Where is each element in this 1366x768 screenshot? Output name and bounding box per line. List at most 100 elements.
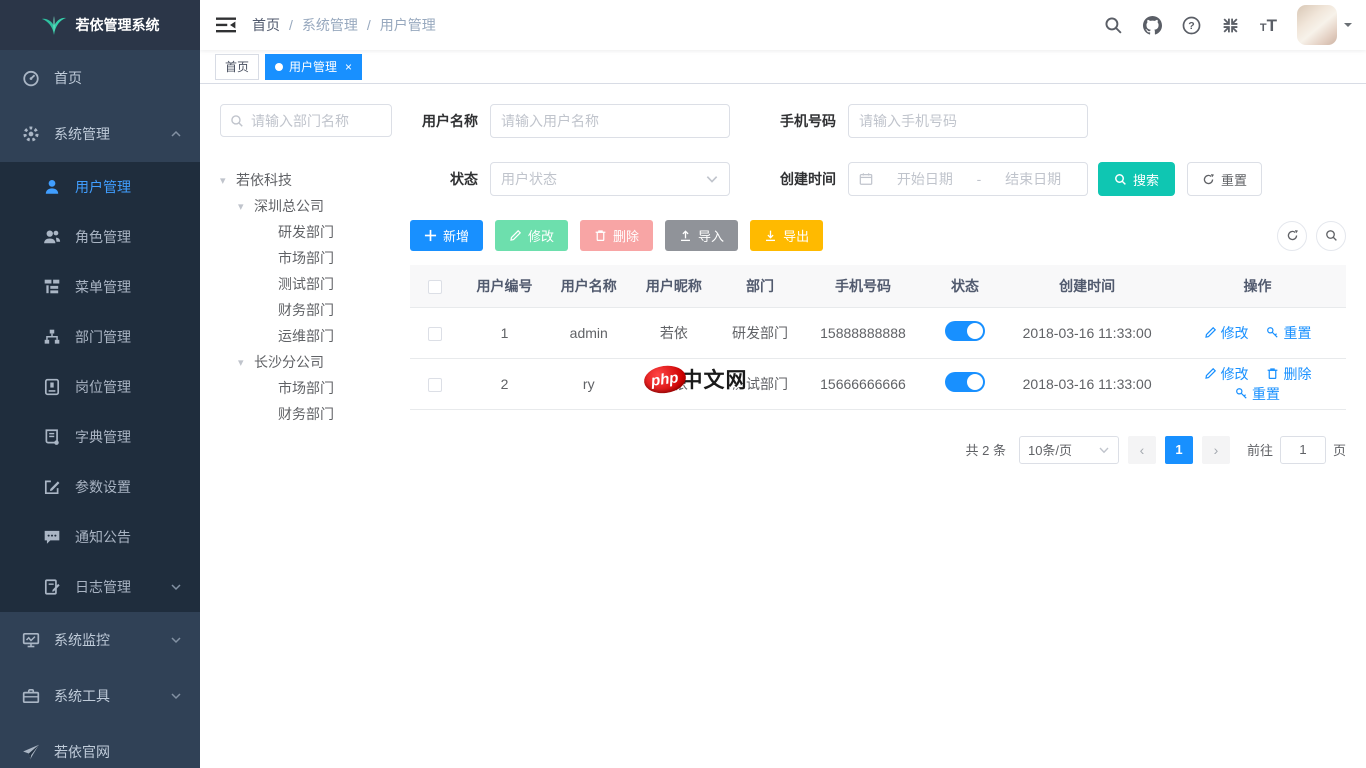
status-select[interactable]: 用户状态 xyxy=(490,162,730,196)
github-icon[interactable] xyxy=(1143,16,1162,35)
sidebar-item-home[interactable]: 首页 xyxy=(0,50,200,106)
select-all-checkbox[interactable] xyxy=(428,280,442,294)
delete-button[interactable]: 删除 xyxy=(580,220,653,251)
tree-caret-icon[interactable]: ▾ xyxy=(238,200,254,213)
tree-node[interactable]: 市场部门 xyxy=(220,245,392,271)
chevron-down-icon xyxy=(1098,444,1110,456)
sidebar-item-menu-mgmt[interactable]: 菜单管理 xyxy=(0,262,200,312)
date-end[interactable]: 结束日期 xyxy=(989,169,1077,189)
sidebar-item-official-site[interactable]: 若依官网 xyxy=(0,724,200,768)
search-icon xyxy=(1325,229,1338,242)
row-reset-pwd-link[interactable]: 重置 xyxy=(1266,323,1311,343)
refresh-icon xyxy=(1202,173,1215,186)
close-icon[interactable]: × xyxy=(345,60,352,74)
date-start[interactable]: 开始日期 xyxy=(881,169,969,189)
goto-page: 前往 页 xyxy=(1247,436,1346,464)
app-logo: 若依管理系统 xyxy=(0,0,200,50)
breadcrumb-home[interactable]: 首页 xyxy=(252,15,280,35)
sidebar-item-post-mgmt[interactable]: 岗位管理 xyxy=(0,362,200,412)
col-created: 创建时间 xyxy=(1005,265,1169,307)
row-checkbox[interactable] xyxy=(428,378,442,392)
user-icon xyxy=(43,178,61,196)
question-icon[interactable]: ? xyxy=(1182,16,1201,35)
toggle-search-button[interactable] xyxy=(1316,221,1346,251)
row-reset-pwd-link[interactable]: 重置 xyxy=(1235,384,1280,404)
tab-user-mgmt[interactable]: 用户管理 × xyxy=(265,54,362,80)
next-page-button[interactable]: › xyxy=(1202,436,1230,464)
cell-user-id: 1 xyxy=(461,307,549,358)
op-label: 重置 xyxy=(1283,323,1311,343)
tree-node[interactable]: 测试部门 xyxy=(220,271,392,297)
tree-node-label: 市场部门 xyxy=(278,248,334,268)
org-chart-icon xyxy=(43,328,61,346)
cell-created: 2018-03-16 11:33:00 xyxy=(1005,358,1169,409)
gear-icon xyxy=(22,125,40,143)
sidebar-item-notice[interactable]: 通知公告 xyxy=(0,512,200,562)
user-table-panel: 用户名称 手机号码 状态 用户状态 创建时间 xyxy=(410,104,1346,768)
export-button[interactable]: 导出 xyxy=(750,220,823,251)
breadcrumb-system[interactable]: 系统管理 xyxy=(302,15,358,35)
tree-node[interactable]: 市场部门 xyxy=(220,375,392,401)
tree-node[interactable]: 财务部门 xyxy=(220,297,392,323)
reset-button[interactable]: 重置 xyxy=(1187,162,1262,196)
pencil-icon xyxy=(509,229,522,242)
tree-node[interactable]: ▾ 深圳总公司 xyxy=(220,193,392,219)
goto-page-input[interactable] xyxy=(1280,436,1326,464)
tree-caret-icon[interactable]: ▾ xyxy=(238,356,254,369)
add-button[interactable]: 新增 xyxy=(410,220,483,251)
refresh-table-button[interactable] xyxy=(1277,221,1307,251)
tree-node[interactable]: 研发部门 xyxy=(220,219,392,245)
font-size-icon[interactable]: TT xyxy=(1260,17,1277,34)
user-menu[interactable] xyxy=(1297,5,1352,45)
created-label: 创建时间 xyxy=(768,169,836,189)
sidebar-item-monitor[interactable]: 系统监控 xyxy=(0,612,200,668)
chevron-down-icon xyxy=(705,172,719,186)
phone-input[interactable] xyxy=(859,113,1077,129)
sidebar-fold-icon[interactable] xyxy=(216,15,236,35)
sidebar-item-tools[interactable]: 系统工具 xyxy=(0,668,200,724)
col-user-id: 用户编号 xyxy=(461,265,549,307)
fullscreen-icon[interactable] xyxy=(1221,16,1240,35)
tree-node[interactable]: ▾ 若依科技 xyxy=(220,167,392,193)
search-button[interactable]: 搜索 xyxy=(1098,162,1175,196)
book-icon xyxy=(43,428,61,446)
tab-home[interactable]: 首页 xyxy=(215,54,259,80)
prev-page-button[interactable]: ‹ xyxy=(1128,436,1156,464)
current-page[interactable]: 1 xyxy=(1165,436,1193,464)
search-icon[interactable] xyxy=(1104,16,1123,35)
sidebar-item-log-mgmt[interactable]: 日志管理 xyxy=(0,562,200,612)
users-icon xyxy=(43,228,61,246)
tree-node-label: 研发部门 xyxy=(278,222,334,242)
cell-phone: 15666666666 xyxy=(801,358,925,409)
edit-button[interactable]: 修改 xyxy=(495,220,568,251)
sidebar-item-dept-mgmt[interactable]: 部门管理 xyxy=(0,312,200,362)
chevron-down-icon xyxy=(170,690,182,702)
trash-icon xyxy=(594,229,607,242)
status-toggle[interactable] xyxy=(945,372,985,392)
username-input[interactable] xyxy=(501,113,719,129)
row-edit-link[interactable]: 修改 xyxy=(1204,364,1249,384)
page-size-select[interactable]: 10条/页 xyxy=(1019,436,1119,464)
sidebar-item-label: 部门管理 xyxy=(75,327,182,347)
sidebar-item-user-mgmt[interactable]: 用户管理 xyxy=(0,162,200,212)
chevron-down-icon xyxy=(170,634,182,646)
row-edit-link[interactable]: 修改 xyxy=(1204,323,1249,343)
sidebar-item-param-settings[interactable]: 参数设置 xyxy=(0,462,200,512)
avatar[interactable] xyxy=(1297,5,1337,45)
status-toggle[interactable] xyxy=(945,321,985,341)
tree-node[interactable]: ▾ 长沙分公司 xyxy=(220,349,392,375)
tree-caret-icon[interactable]: ▾ xyxy=(220,174,236,187)
row-checkbox[interactable] xyxy=(428,327,442,341)
sidebar-item-dict-mgmt[interactable]: 字典管理 xyxy=(0,412,200,462)
row-delete-link[interactable]: 删除 xyxy=(1266,364,1311,384)
import-button[interactable]: 导入 xyxy=(665,220,738,251)
sidebar-item-label: 岗位管理 xyxy=(75,377,182,397)
sidebar-item-label: 系统工具 xyxy=(54,686,170,706)
cell-nickname: 若依 xyxy=(629,307,719,358)
dept-search-input[interactable] xyxy=(251,113,382,129)
sidebar-item-role-mgmt[interactable]: 角色管理 xyxy=(0,212,200,262)
sidebar-item-system[interactable]: 系统管理 xyxy=(0,106,200,162)
date-range-picker[interactable]: 开始日期 - 结束日期 xyxy=(848,162,1088,196)
tree-node[interactable]: 运维部门 xyxy=(220,323,392,349)
tree-node[interactable]: 财务部门 xyxy=(220,401,392,427)
